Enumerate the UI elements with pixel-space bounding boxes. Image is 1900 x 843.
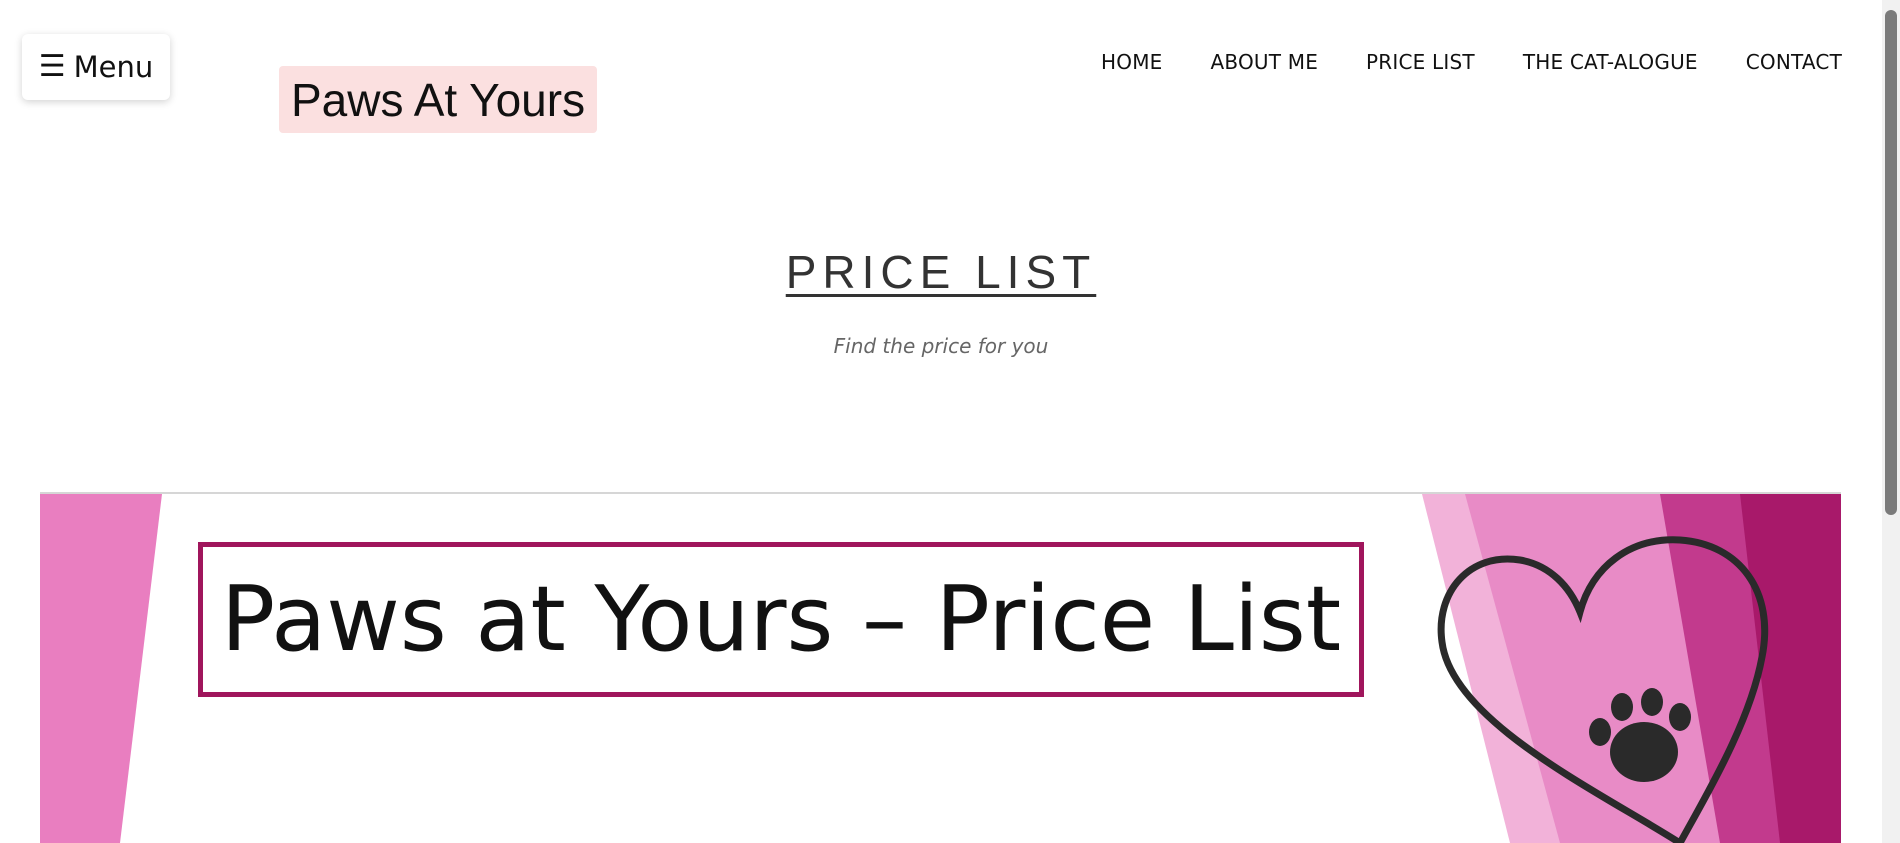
price-list-banner: Paws at Yours – Price List [40,492,1841,843]
site-logo[interactable]: Paws At Yours [279,66,598,133]
nav-cat-alogue[interactable]: THE CAT-ALOGUE [1523,50,1698,74]
menu-label: Menu [73,50,154,84]
scrollbar-thumb[interactable] [1885,10,1897,515]
nav-price-list[interactable]: PRICE LIST [1366,50,1475,74]
heading-wrap: PRICE LIST [0,245,1882,299]
scrollbar[interactable] [1882,0,1900,843]
banner-title: Paws at Yours – Price List [198,542,1364,697]
hamburger-icon: ☰ [38,49,66,84]
nav-home[interactable]: HOME [1101,50,1162,74]
page: ☰ Menu Paws At Yours HOME ABOUT ME PRICE… [0,0,1900,843]
top-nav: HOME ABOUT ME PRICE LIST THE CAT-ALOGUE … [1101,50,1842,74]
page-title: PRICE LIST [785,246,1097,298]
nav-about-me[interactable]: ABOUT ME [1211,50,1319,74]
nav-contact[interactable]: CONTACT [1746,50,1842,74]
page-subtitle: Find the price for you [833,334,1049,358]
menu-button[interactable]: ☰ Menu [22,34,170,100]
